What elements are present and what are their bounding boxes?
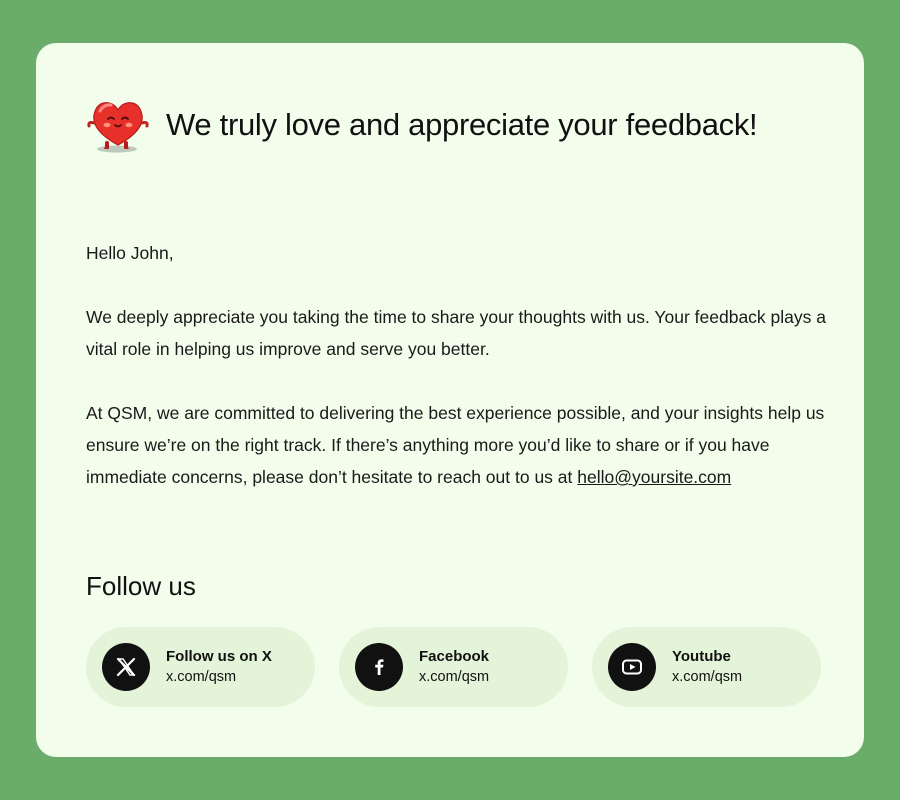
social-link-youtube[interactable]: Youtube x.com/qsm: [592, 627, 821, 707]
social-name: Youtube: [672, 648, 731, 665]
facebook-icon: [355, 643, 403, 691]
social-name: Facebook: [419, 648, 490, 665]
header: We truly love and appreciate your feedba…: [86, 95, 758, 155]
page-title: We truly love and appreciate your feedba…: [166, 107, 758, 142]
greeting: Hello John,: [86, 243, 174, 263]
social-name: Follow us on X: [166, 648, 272, 665]
youtube-icon: [608, 643, 656, 691]
paragraph-1: We deeply appreciate you taking the time…: [86, 307, 826, 359]
social-text: Youtube x.com/qsm: [672, 647, 742, 687]
social-url: x.com/qsm: [419, 669, 490, 685]
paragraph-2: At QSM, we are committed to delivering t…: [86, 397, 826, 493]
feedback-card: We truly love and appreciate your feedba…: [36, 43, 864, 757]
social-text: Follow us on X x.com/qsm: [166, 647, 272, 687]
social-url: x.com/qsm: [672, 669, 743, 685]
social-url: x.com/qsm: [166, 669, 237, 685]
email-link[interactable]: hello@yoursite.com: [577, 467, 731, 487]
heart-mascot-icon: [87, 102, 149, 153]
social-link-facebook[interactable]: Facebook x.com/qsm: [339, 627, 568, 707]
follow-us-heading: Follow us: [86, 571, 196, 601]
social-link-x[interactable]: Follow us on X x.com/qsm: [86, 627, 315, 707]
social-text: Facebook x.com/qsm: [419, 647, 489, 687]
x-icon: [102, 643, 150, 691]
social-links: Follow us on X x.com/qsm Facebook x.com/…: [86, 627, 821, 707]
message-body: Hello John, We deeply appreciate you tak…: [86, 237, 826, 525]
